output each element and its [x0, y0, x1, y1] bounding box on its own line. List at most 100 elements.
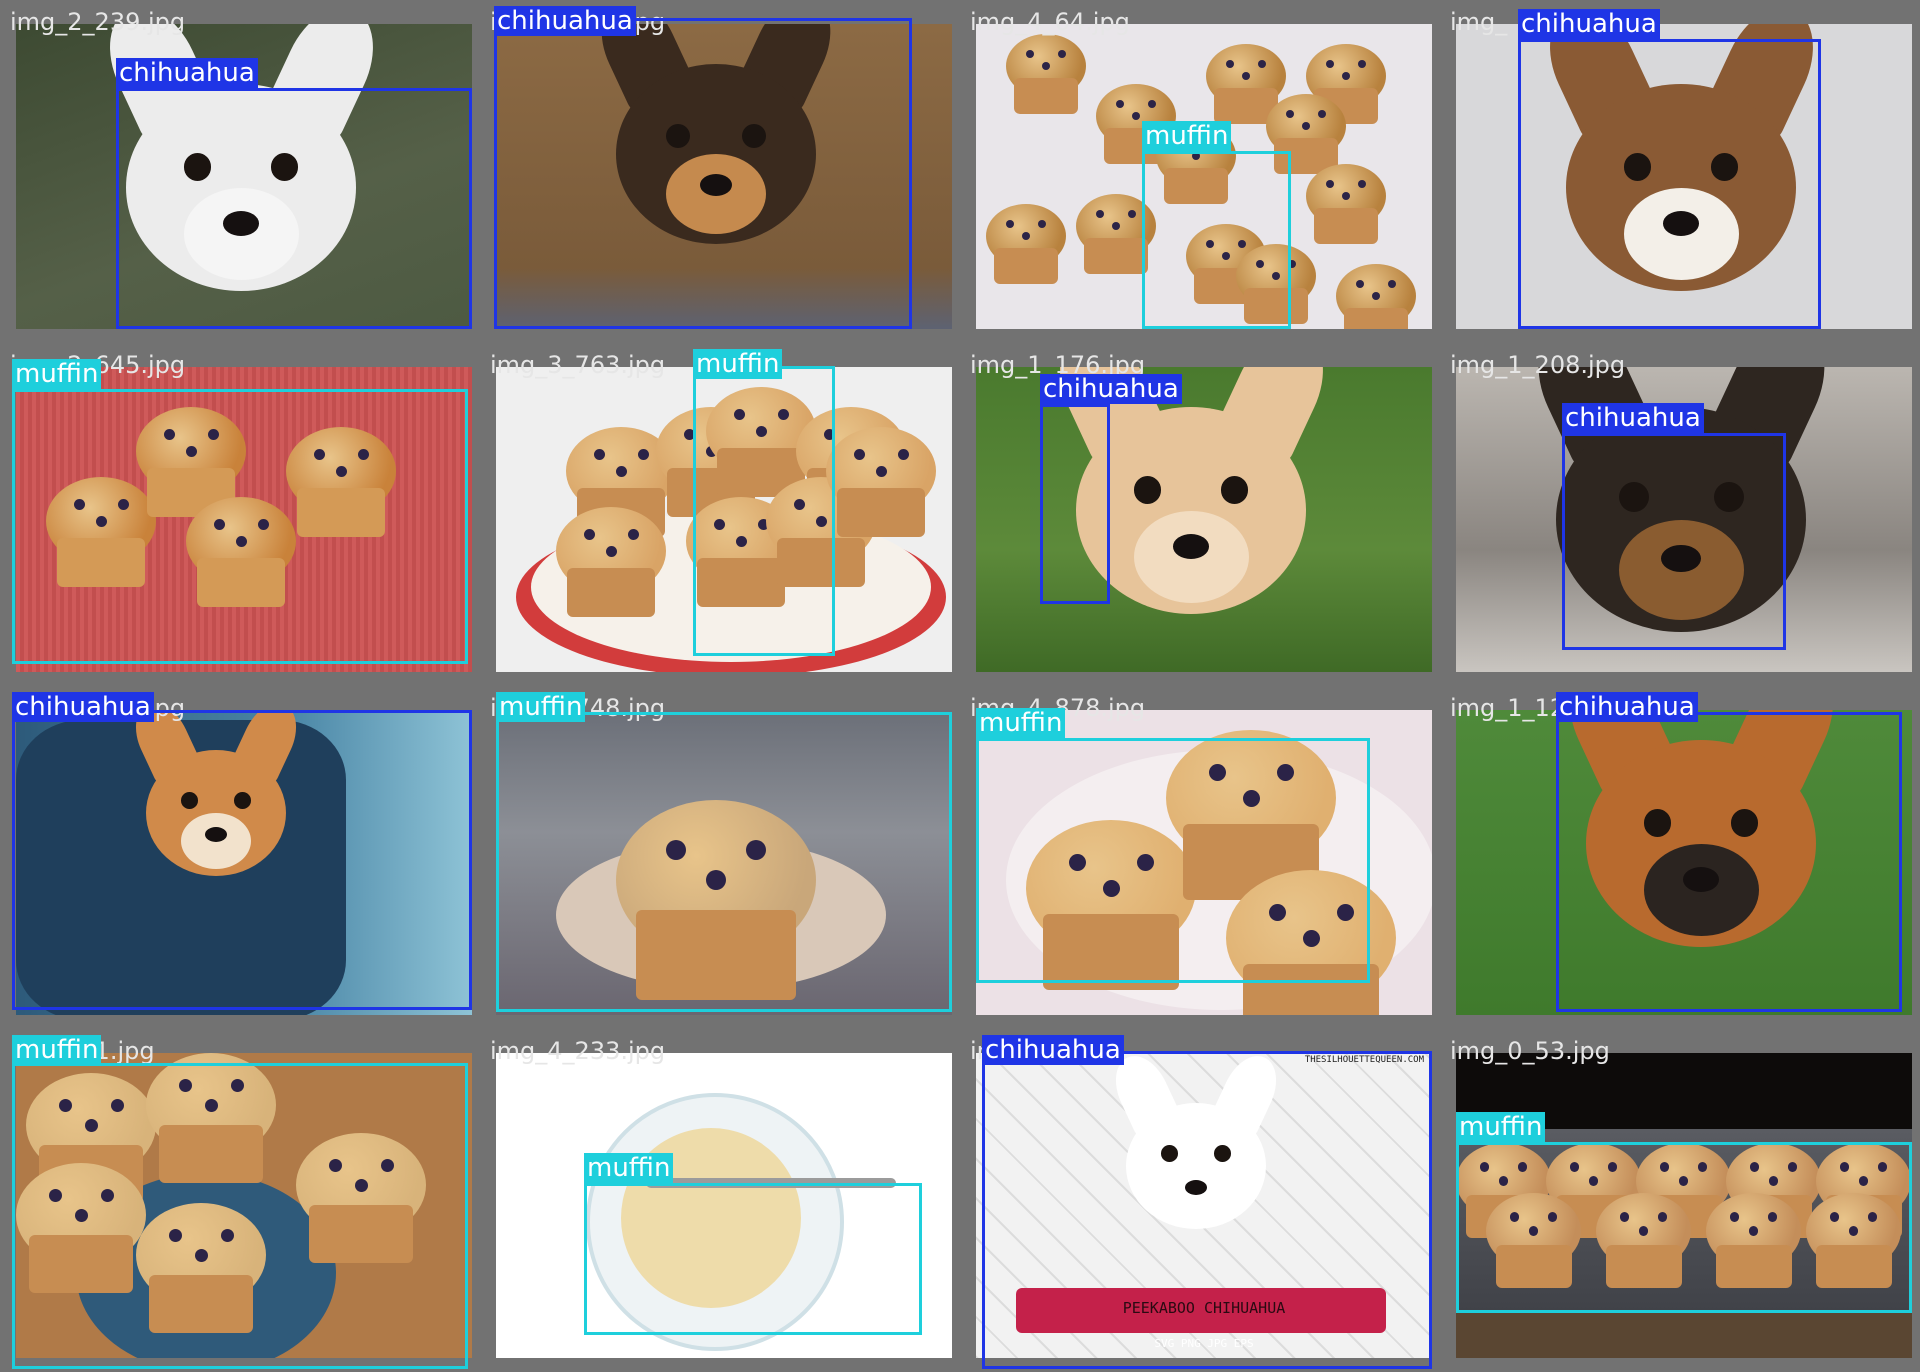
blueberry-shape [1026, 50, 1034, 58]
filename-label: img_ [1450, 8, 1508, 36]
blueberry-shape [1038, 220, 1046, 228]
bounding-box-muffin [976, 738, 1370, 983]
blueberry-shape [1006, 220, 1014, 228]
bounding-box-chihuahua [1040, 404, 1110, 604]
class-label-chihuahua: chihuahua [1040, 374, 1182, 404]
blueberry-shape [1326, 180, 1334, 188]
blueberry-shape [1356, 280, 1364, 288]
class-label-muffin: muffin [584, 1153, 674, 1183]
blueberry-shape [1372, 292, 1380, 300]
bounding-box-chihuahua [1556, 712, 1902, 1012]
blueberry-shape [1112, 222, 1120, 230]
blueberry-shape [615, 465, 627, 477]
blueberry-shape [583, 529, 595, 540]
result-cell[interactable]: img_2_239.jpg chihuahua [6, 6, 478, 343]
result-cell[interactable]: img_1_1248.jpg chihuahua [1446, 692, 1918, 1029]
dog-nose-shape [1172, 533, 1210, 559]
bounding-box-muffin [584, 1183, 922, 1335]
filename-label: img_4_64.jpg [970, 8, 1130, 36]
blueberry-shape [593, 449, 605, 460]
result-cell[interactable]: img_2_645.jpgmuffin [6, 349, 478, 686]
bounding-box-chihuahua [12, 710, 472, 1010]
blueberry-shape [897, 449, 909, 460]
result-cell[interactable]: img_1_210.jpgchihuahua [486, 6, 958, 343]
filename-label: img_3_763.jpg [490, 351, 666, 379]
muffin-wrapper-shape [567, 567, 655, 617]
result-cell[interactable]: img_4_1.jpgmuffin [6, 1035, 478, 1372]
result-cell[interactable]: img_4_64.jpgmuffin [966, 6, 1438, 343]
blueberry-shape [1258, 60, 1266, 68]
muffin-wrapper-shape [1344, 308, 1408, 329]
bounding-box-chihuahua [116, 88, 472, 329]
result-cell[interactable]: img_1_208.jpg chihuahua [1446, 349, 1918, 686]
muffin-wrapper-shape [1084, 238, 1148, 274]
blueberry-shape [1148, 100, 1156, 108]
blueberry-shape [1286, 110, 1294, 118]
bounding-box-muffin [693, 366, 835, 656]
result-cell[interactable]: img_ chihuahua [1446, 6, 1918, 343]
muffin-wrapper-shape [837, 487, 925, 537]
blueberry-shape [1242, 72, 1250, 80]
result-cell[interactable]: img_1_176.jpg chihuahua [966, 349, 1438, 686]
bounding-box-muffin [12, 389, 468, 664]
bounding-box-chihuahua [494, 18, 912, 329]
filename-label: img_4_233.jpg [490, 1037, 666, 1065]
blueberry-shape [1326, 60, 1334, 68]
class-label-muffin: muffin [496, 692, 586, 722]
result-cell[interactable]: THESILHOUETTEQUEEN.COM PEEKABOO CHIHUAHUA… [966, 1035, 1438, 1372]
filename-label: img_2_239.jpg [10, 8, 186, 36]
filename-label: img_0_53.jpg [1450, 1037, 1610, 1065]
class-label-muffin: muffin [12, 359, 102, 389]
result-cell[interactable]: img_4_878.jpgmuffin [966, 692, 1438, 1029]
muffin-wrapper-shape [1314, 208, 1378, 244]
result-cell[interactable]: img_0_53.jpgmuffin [1446, 1035, 1918, 1372]
bounding-box-chihuahua [982, 1051, 1432, 1369]
bounding-box-muffin [12, 1063, 468, 1369]
blueberry-shape [1226, 60, 1234, 68]
class-label-chihuahua: chihuahua [1518, 9, 1660, 39]
blueberry-shape [637, 449, 649, 460]
blueberry-shape [1096, 210, 1104, 218]
result-cell[interactable]: img_4_233.jpgmuffin [486, 1035, 958, 1372]
blueberry-shape [1358, 180, 1366, 188]
result-cell[interactable]: img_4_640.jpgchihuahua [6, 692, 478, 1029]
bounding-box-chihuahua [1562, 433, 1786, 650]
blueberry-shape [1388, 280, 1396, 288]
blueberry-shape [1302, 122, 1310, 130]
blueberry-shape [1342, 192, 1350, 200]
filename-label: img_1_208.jpg [1450, 351, 1626, 379]
class-label-muffin: muffin [1456, 1112, 1546, 1142]
result-cell[interactable]: img_4_748.jpgmuffin [486, 692, 958, 1029]
bounding-box-chihuahua [1518, 39, 1821, 329]
detection-results-grid: img_2_239.jpgchihuahuaimg_1_210.jpgchihu… [0, 0, 1920, 1372]
blueberry-shape [1116, 100, 1124, 108]
class-label-muffin: muffin [1142, 121, 1232, 151]
muffin-wrapper-shape [994, 248, 1058, 284]
class-label-chihuahua: chihuahua [982, 1035, 1124, 1065]
blueberry-shape [1128, 210, 1136, 218]
blueberry-shape [1358, 60, 1366, 68]
class-label-muffin: muffin [693, 349, 783, 379]
dog-eye-shape [1133, 476, 1162, 504]
muffin-wrapper-shape [1014, 78, 1078, 114]
blueberry-shape [1058, 50, 1066, 58]
blueberry-shape [605, 545, 617, 557]
blueberry-shape [1342, 72, 1350, 80]
blueberry-shape [1042, 62, 1050, 70]
blueberry-shape [1318, 110, 1326, 118]
class-label-chihuahua: chihuahua [1556, 692, 1698, 722]
class-label-muffin: muffin [976, 708, 1066, 738]
dog-eye-shape [1220, 476, 1249, 504]
blueberry-shape [1132, 112, 1140, 120]
class-label-chihuahua: chihuahua [494, 6, 636, 36]
bounding-box-muffin [1142, 151, 1291, 329]
blueberry-shape [627, 529, 639, 540]
class-label-chihuahua: chihuahua [12, 692, 154, 722]
result-cell[interactable]: img_3_763.jpg muffin [486, 349, 958, 686]
blueberry-shape [1022, 232, 1030, 240]
class-label-chihuahua: chihuahua [116, 58, 258, 88]
blueberry-shape [875, 465, 887, 477]
class-label-chihuahua: chihuahua [1562, 403, 1704, 433]
class-label-muffin: muffin [12, 1035, 102, 1065]
blueberry-shape [853, 449, 865, 460]
